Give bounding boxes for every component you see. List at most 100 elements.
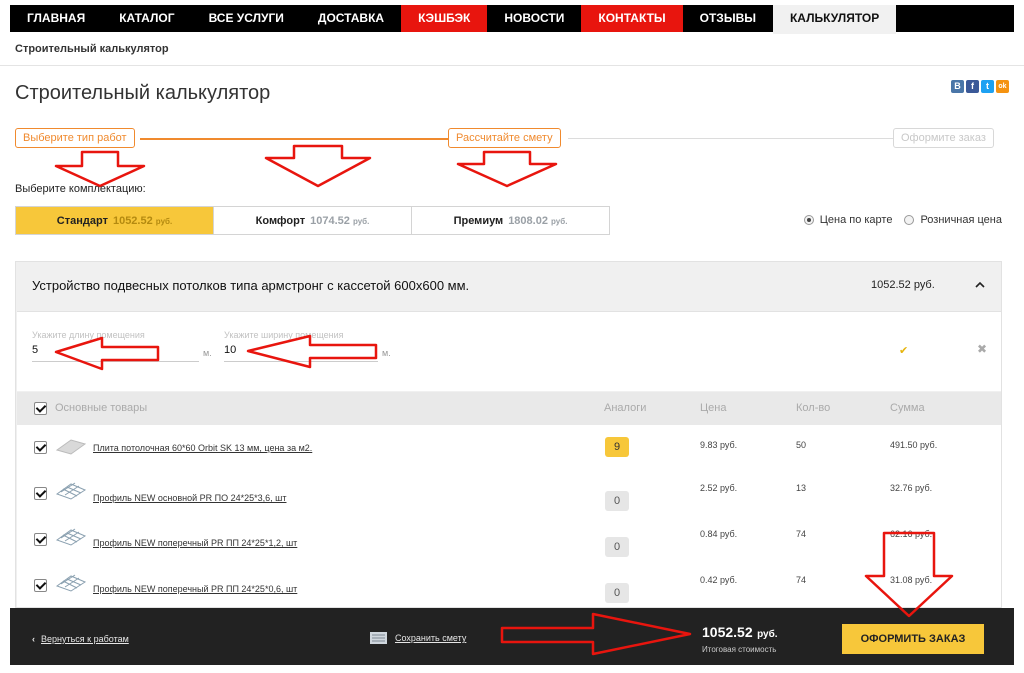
table-row: Профиль NEW основной PR ПО 24*25*3,6, шт… — [17, 471, 1001, 517]
product-link[interactable]: Плита потолочная 60*60 Orbit SK 13 мм, ц… — [93, 443, 312, 453]
analogs-badge[interactable]: 0 — [605, 537, 629, 557]
package-standard[interactable]: Стандарт 1052.52 руб. — [16, 207, 214, 234]
facebook-icon[interactable]: f — [966, 80, 979, 93]
vk-icon[interactable]: B — [951, 80, 964, 93]
row-checkbox[interactable] — [34, 579, 47, 592]
header-products: Основные товары — [55, 402, 148, 414]
price-cell: 0.42 руб. — [700, 575, 738, 585]
place-order-button[interactable]: ОФОРМИТЬ ЗАКАЗ — [842, 624, 984, 654]
choose-package-label: Выберите комплектацию: — [15, 183, 146, 195]
price-cell: 9.83 руб. — [700, 440, 738, 450]
package-premium-price: 1808.02 руб. — [508, 214, 568, 227]
price-cell: 2.52 руб. — [700, 483, 738, 493]
breadcrumb: Строительный калькулятор — [0, 36, 1024, 66]
radio-unchecked-icon — [904, 215, 915, 225]
select-all-checkbox[interactable] — [34, 402, 47, 415]
nav-item-services[interactable]: ВСЕ УСЛУГИ — [192, 5, 301, 32]
profile-thumbnail — [55, 528, 87, 546]
qty-cell: 74 — [796, 575, 807, 585]
back-to-works-link[interactable]: ‹ Вернуться к работам — [32, 634, 129, 644]
work-panel: Устройство подвесных потолков типа армст… — [15, 261, 1002, 608]
package-premium[interactable]: Премиум 1808.02 руб. — [412, 207, 609, 234]
row-checkbox[interactable] — [34, 533, 47, 546]
package-comfort-name: Комфорт — [255, 214, 306, 227]
room-dimensions: Укажите длину помещения 5 м. Укажите шир… — [17, 311, 1001, 391]
sum-cell: 62.16 руб. — [890, 529, 933, 539]
sum-cell: 491.50 руб. — [890, 440, 938, 450]
nav-item-cashback[interactable]: КЭШБЭК — [401, 5, 488, 32]
nav-item-reviews[interactable]: ОТЗЫВЫ — [683, 5, 773, 32]
step-choose-work[interactable]: Выберите тип работ — [15, 128, 135, 148]
width-underline — [224, 361, 378, 362]
sum-cell: 31.08 руб. — [890, 575, 933, 585]
step-progress-done — [140, 138, 450, 140]
length-input[interactable]: 5 — [32, 344, 38, 356]
price-card-radio[interactable]: Цена по карте — [803, 214, 892, 226]
work-title: Устройство подвесных потолков типа армст… — [32, 278, 470, 293]
analogs-badge[interactable]: 0 — [605, 491, 629, 511]
bottom-action-bar: ‹ Вернуться к работам Сохранить смету 105… — [10, 608, 1014, 665]
save-estimate-link[interactable]: Сохранить смету — [370, 632, 466, 644]
radio-checked-icon — [803, 215, 814, 225]
nav-item-delivery[interactable]: ДОСТАВКА — [301, 5, 401, 32]
price-cell: 0.84 руб. — [700, 529, 738, 539]
package-selector: Стандарт 1052.52 руб. Комфорт 1074.52 ру… — [15, 206, 610, 235]
nav-item-home[interactable]: ГЛАВНАЯ — [10, 5, 102, 32]
chevron-up-icon[interactable] — [974, 279, 986, 291]
table-row: Профиль NEW поперечный PR ПП 24*25*0,6, … — [17, 563, 1001, 607]
total-value: 1052.52 — [702, 624, 753, 640]
step-progress-pending — [568, 138, 894, 139]
sum-cell: 32.76 руб. — [890, 483, 933, 493]
package-comfort-price: 1074.52 руб. — [310, 214, 370, 227]
chevron-left-icon: ‹ — [32, 634, 35, 644]
nav-item-contacts[interactable]: КОНТАКТЫ — [581, 5, 683, 32]
length-field[interactable]: Укажите длину помещения 5 м. — [32, 330, 212, 362]
list-icon — [370, 632, 387, 644]
close-icon[interactable]: ✖ — [977, 342, 987, 356]
profile-thumbnail — [55, 482, 87, 500]
step-calculate[interactable]: Рассчитайте смету — [448, 128, 561, 148]
twitter-icon[interactable]: t — [981, 80, 994, 93]
top-navigation: ГЛАВНАЯ КАТАЛОГ ВСЕ УСЛУГИ ДОСТАВКА КЭШБ… — [0, 0, 1024, 36]
nav-item-news[interactable]: НОВОСТИ — [487, 5, 581, 32]
ceiling-tile-thumbnail — [55, 439, 87, 455]
width-label: Укажите ширину помещения — [224, 330, 344, 340]
nav-item-calculator[interactable]: КАЛЬКУЛЯТОР — [772, 5, 897, 34]
share-buttons: B f t ok — [951, 80, 1009, 93]
product-link[interactable]: Профиль NEW поперечный PR ПП 24*25*1,2, … — [93, 538, 297, 548]
length-label: Укажите длину помещения — [32, 330, 145, 340]
table-row: Профиль NEW поперечный PR ПП 24*25*1,2, … — [17, 517, 1001, 563]
qty-cell: 74 — [796, 529, 807, 539]
odnoklassniki-icon[interactable]: ok — [996, 80, 1009, 93]
annotation-arrow-down-icon — [264, 144, 372, 188]
work-panel-header[interactable]: Устройство подвесных потолков типа армст… — [16, 262, 1001, 311]
row-checkbox[interactable] — [34, 487, 47, 500]
qty-cell: 50 — [796, 440, 807, 450]
step-order: Оформите заказ — [893, 128, 994, 148]
top-navigation-bar: ГЛАВНАЯ КАТАЛОГ ВСЕ УСЛУГИ ДОСТАВКА КЭШБ… — [10, 5, 1014, 34]
nav-item-catalog[interactable]: КАТАЛОГ — [102, 5, 191, 32]
width-input[interactable]: 10 — [224, 344, 236, 356]
row-checkbox[interactable] — [34, 441, 47, 454]
price-retail-radio[interactable]: Розничная цена — [904, 214, 1002, 226]
header-analogs: Аналоги — [604, 402, 647, 414]
total-caption: Итоговая стоимость — [702, 645, 777, 654]
width-field[interactable]: Укажите ширину помещения 10 м. — [224, 330, 391, 362]
analogs-badge[interactable]: 9 — [605, 437, 629, 457]
product-link[interactable]: Профиль NEW поперечный PR ПП 24*25*0,6, … — [93, 584, 297, 594]
annotation-arrow-down-icon — [456, 150, 558, 188]
length-unit: м. — [203, 348, 212, 358]
header-sum: Сумма — [890, 402, 925, 414]
total-cost: 1052.52 руб. Итоговая стоимость — [702, 624, 778, 654]
width-unit: м. — [382, 348, 391, 358]
analogs-badge[interactable]: 0 — [605, 583, 629, 603]
package-standard-name: Стандарт — [56, 214, 108, 227]
annotation-arrow-down-icon — [54, 150, 146, 188]
header-price: Цена — [700, 402, 727, 414]
price-type-selector: Цена по карте Розничная цена — [803, 214, 1002, 226]
profile-thumbnail — [55, 574, 87, 592]
length-underline — [32, 361, 199, 362]
breadcrumb-current: Строительный калькулятор — [15, 43, 169, 55]
package-comfort[interactable]: Комфорт 1074.52 руб. — [214, 207, 412, 234]
product-link[interactable]: Профиль NEW основной PR ПО 24*25*3,6, шт — [93, 493, 286, 503]
